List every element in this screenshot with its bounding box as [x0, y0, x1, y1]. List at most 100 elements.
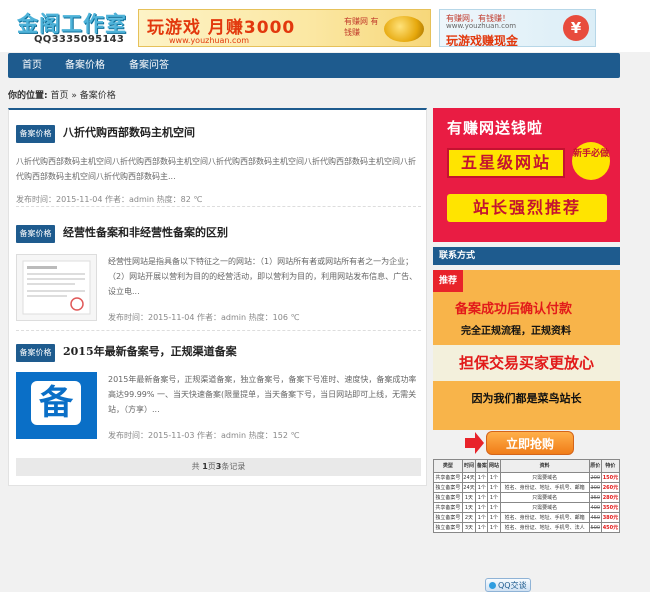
price-col-type: 类型 — [433, 459, 463, 473]
pager-mid: 页 — [207, 462, 216, 471]
article-excerpt: 经营性网站是指具备以下特征之一的网站：（1）网站所有者或网站所有者之一为企业；（… — [108, 257, 418, 296]
price-col-special: 特价 — [600, 459, 621, 473]
table-cell: 1个 — [487, 482, 501, 493]
yen-icon: ¥ — [563, 15, 589, 41]
table-cell: 1天 — [461, 492, 477, 503]
table-cell: 500 — [588, 522, 602, 533]
table-cell: 24天 — [461, 482, 477, 493]
table-cell: 1个 — [487, 492, 501, 503]
arrow-right-icon — [465, 432, 484, 454]
ad2-line4: 因为我们都是菜鸟站长 — [471, 392, 582, 405]
table-cell: 只需要域名 — [499, 492, 590, 503]
table-cell: 1个 — [475, 482, 489, 493]
divider — [16, 330, 421, 331]
banner-ad-side-text: 有赚网 有钱赚 — [344, 17, 379, 37]
price-table: 类型 时间 备案 网站 资料 原价 特价 共享备案号 24天 1个 1个 只需要… — [433, 459, 621, 533]
table-cell: 独立备案号 — [433, 482, 463, 493]
breadcrumb-separator: » — [71, 91, 77, 101]
document-icon — [22, 260, 91, 315]
ad2-line2: 完全正规流程，正规资料 — [461, 326, 571, 337]
banner-ad-youzhuan[interactable]: 玩游戏 月赚3000 www.youzhuan.com 有赚网 有钱赚 — [138, 9, 431, 47]
table-row: 独立备案号 1天 1个 1个 只需要域名 350 280元 — [433, 492, 621, 503]
article-title[interactable]: 经营性备案和非经营性备案的区别 — [63, 224, 228, 240]
article-meta: 发布时间：2015-11-04 作者：admin 热度：106 ℃ — [108, 313, 300, 322]
table-row: 共享备案号 1天 1个 1个 只需要域名 400 350元 — [433, 502, 621, 513]
category-badge[interactable]: 备案价格 — [16, 125, 55, 143]
price-table-header-row: 类型 时间 备案 网站 资料 原价 特价 — [433, 459, 621, 473]
table-cell: 姓名、身份证、地址、手机号、邮箱 — [499, 512, 590, 523]
table-cell: 共享备案号 — [433, 472, 463, 483]
table-cell: 450元 — [600, 522, 621, 533]
table-cell: 1个 — [475, 502, 489, 513]
banner-ad-title: 玩游戏 月赚3000 — [147, 18, 296, 38]
ad1-headline: 有赚网送钱啦 — [447, 119, 544, 137]
qq-penguin-icon — [489, 582, 496, 589]
table-cell: 独立备案号 — [433, 522, 463, 533]
breadcrumb-home-link[interactable]: 首页 — [50, 91, 68, 101]
nav-item-faq[interactable]: 备案问答 — [129, 53, 169, 78]
pager-suffix: 条记录 — [221, 462, 246, 471]
article-meta: 发布时间：2015-11-04 作者：admin 热度：82 ℃ — [16, 195, 203, 204]
sidebar-ad-youzhuan[interactable]: 有赚网送钱啦 五星级网站 新手必做 站长强烈推荐 — [433, 108, 620, 242]
nav-item-pricing[interactable]: 备案价格 — [65, 53, 105, 78]
article-meta: 发布时间：2015-11-03 作者：admin 热度：152 ℃ — [108, 431, 300, 440]
banner2-url: www.youzhuan.com — [446, 22, 517, 30]
sidebar-ad-guarantee[interactable]: 推荐 备案成功后确认付款 完全正规流程，正规资料 担保交易买家更放心 因为我们都… — [433, 270, 620, 430]
table-cell: 150元 — [600, 472, 621, 483]
banner2-slogan: 玩游戏赚现金 — [446, 34, 519, 47]
table-cell: 1个 — [487, 502, 501, 513]
table-cell: 1个 — [475, 512, 489, 523]
ad2-line1: 备案成功后确认付款 — [455, 302, 573, 317]
qq-chat-label: QQ交谈 — [498, 581, 527, 590]
logo-qq-number: QQ3335095143 — [34, 34, 125, 45]
table-row: 独立备案号 24天 1个 1个 姓名、身份证、地址、手机号、邮箱 300 260… — [433, 482, 621, 493]
table-cell: 只需要域名 — [499, 472, 590, 483]
banner-ad-cash[interactable]: 有赚网，有钱赚！ www.youzhuan.com 玩游戏赚现金 ¥ — [439, 9, 596, 47]
nav-item-home[interactable]: 首页 — [22, 53, 42, 78]
table-row: 共享备案号 24天 1个 1个 只需要域名 200 150元 — [433, 472, 621, 483]
table-cell: 260元 — [600, 482, 621, 493]
coins-icon — [384, 16, 424, 42]
table-cell: 450 — [588, 512, 602, 523]
table-cell: 1个 — [487, 512, 501, 523]
qq-chat-button[interactable]: QQ交谈 — [485, 578, 531, 592]
table-cell: 350元 — [600, 502, 621, 513]
table-cell: 独立备案号 — [433, 512, 463, 523]
article-title[interactable]: 八折代购西部数码主机空间 — [63, 124, 195, 140]
price-col-time: 时间 — [461, 459, 477, 473]
article-excerpt: 2015年最新备案号，正规渠道备案，独立备案号，备案下号准时、速度快，备案成功率… — [108, 375, 417, 414]
divider — [16, 206, 421, 207]
price-col-site: 网站 — [487, 459, 501, 473]
table-cell: 1天 — [461, 502, 477, 513]
article-thumbnail[interactable]: 备 — [16, 372, 97, 439]
table-row: 独立备案号 3天 1个 1个 姓名、身份证、地址、手机号、法人 500 450元 — [433, 522, 621, 533]
table-cell: 280元 — [600, 492, 621, 503]
table-cell: 姓名、身份证、地址、手机号、法人 — [499, 522, 590, 533]
table-cell: 1个 — [475, 522, 489, 533]
ad1-five-star: 五星级网站 — [447, 148, 565, 178]
table-cell: 300 — [588, 482, 602, 493]
table-cell: 1个 — [475, 492, 489, 503]
table-cell: 共享备案号 — [433, 502, 463, 513]
table-row: 独立备案号 2天 1个 1个 姓名、身份证、地址、手机号、邮箱 450 380元 — [433, 512, 621, 523]
breadcrumb-current: 备案价格 — [79, 91, 116, 101]
article-thumbnail[interactable] — [16, 254, 97, 321]
buy-now-button[interactable]: 立即抢购 — [486, 431, 574, 455]
breadcrumb: 你的位置: 首页 » 备案价格 — [8, 88, 116, 101]
table-cell: 只需要域名 — [499, 502, 590, 513]
table-cell: 380元 — [600, 512, 621, 523]
table-cell: 400 — [588, 502, 602, 513]
price-col-original: 原价 — [588, 459, 602, 473]
ad1-recommend: 站长强烈推荐 — [447, 194, 607, 222]
pagination: 共 1页3条记录 — [16, 458, 421, 476]
main-nav: 首页 备案价格 备案问答 — [8, 53, 620, 78]
article-excerpt: 八折代购西部数码主机空间八折代购西部数码主机空间八折代购西部数码主机空间八折代购… — [16, 157, 416, 181]
table-cell: 独立备案号 — [433, 492, 463, 503]
price-col-materials: 资料 — [499, 459, 590, 473]
table-cell: 1个 — [475, 472, 489, 483]
beian-icon: 备 — [31, 381, 81, 425]
category-badge[interactable]: 备案价格 — [16, 344, 55, 362]
article-title[interactable]: 2015年最新备案号，正规渠道备案 — [63, 343, 237, 359]
breadcrumb-label: 你的位置: — [8, 91, 48, 101]
category-badge[interactable]: 备案价格 — [16, 225, 55, 243]
